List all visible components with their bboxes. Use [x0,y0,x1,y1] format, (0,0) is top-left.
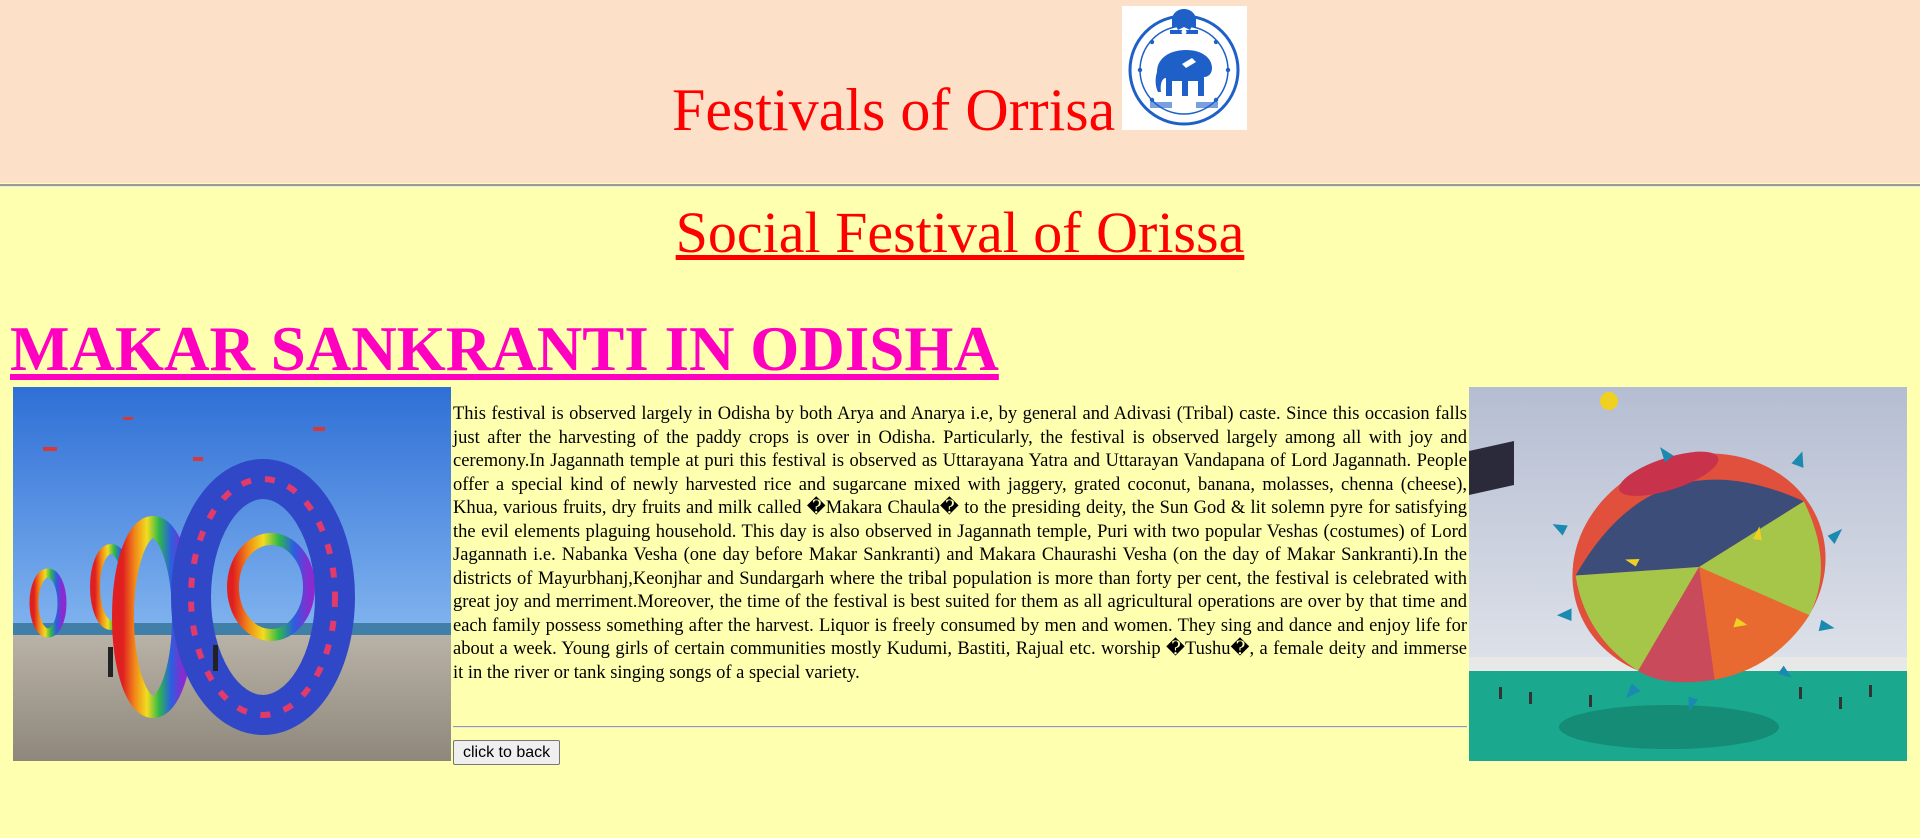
header-divider [0,184,1920,187]
back-button[interactable]: click to back [453,740,561,765]
odisha-emblem-icon [1122,6,1247,130]
ring-kites-photo [13,387,451,761]
giant-kite-photo [1469,387,1907,761]
festival-description: This festival is observed largely in Odi… [453,404,1467,683]
section-title: Social Festival of Orissa [675,200,1245,265]
festival-title: MAKAR SANKRANTI IN ODISHA [10,314,999,384]
site-title: Festivals of Orrisa [672,77,1116,143]
content-divider [453,726,1467,728]
page-header: Festivals of Orrisa [0,0,1920,183]
